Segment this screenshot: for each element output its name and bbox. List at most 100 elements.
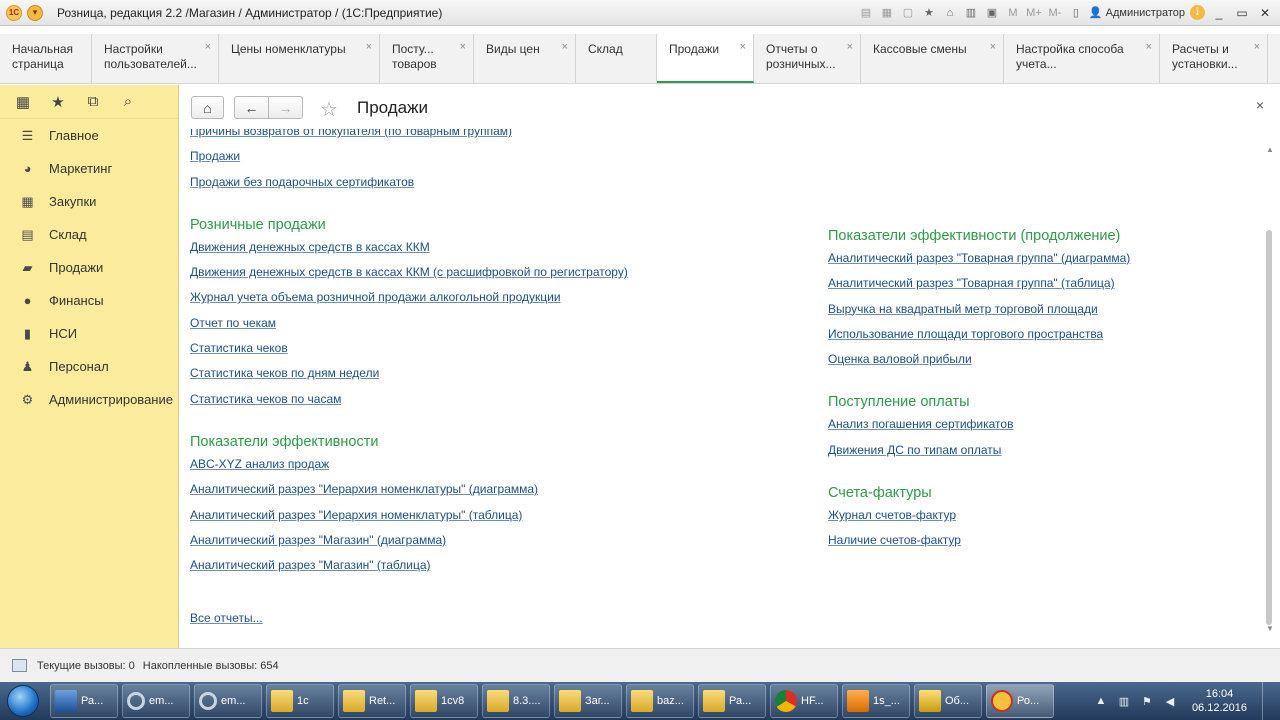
report-link[interactable]: Оценка валовой прибыли [828,347,1130,372]
sidebar-item-finance[interactable]: ● Финансы [0,284,178,317]
report-link[interactable]: Причины возвратов от покупателя (по това… [190,129,628,144]
tab-user-settings[interactable]: Настройки пользователей... × [92,34,219,83]
history-icon[interactable]: ⌂ [942,5,958,21]
scrollbar-thumb[interactable] [1266,230,1272,625]
tab-close-icon[interactable]: × [366,40,372,55]
report-link[interactable]: Аналитический разрез "Товарная группа" (… [828,271,1130,296]
report-link[interactable]: Выручка на квадратный метр торговой площ… [828,297,1130,322]
tab-close-icon[interactable]: × [847,40,853,55]
sidebar-item-nsi[interactable]: ▮ НСИ [0,317,178,350]
tab-retail-reports[interactable]: Отчеты о розничных... × [754,34,861,83]
report-link[interactable]: Журнал счетов-фактур [828,503,1130,528]
tab-close-icon[interactable]: × [460,40,466,55]
report-link[interactable]: Аналитический разрез "Магазин" (диаграмм… [190,528,628,553]
report-link[interactable]: Статистика чеков [190,336,628,361]
calendar-icon[interactable]: ▥ [963,5,979,21]
tab-home[interactable]: Начальная страница [0,34,92,83]
report-link[interactable]: Использование площади торгового простран… [828,322,1130,347]
favorites-add-icon[interactable]: ★ [921,5,937,21]
show-hidden-icons-icon[interactable]: ▲ [1094,694,1108,708]
tab-settlements[interactable]: Расчеты и установки... × [1160,34,1268,83]
report-link[interactable]: ABC-XYZ анализ продаж [190,452,628,477]
report-link[interactable]: Продажи без подарочных сертификатов [190,170,628,195]
tab-close-icon[interactable]: × [740,40,746,55]
report-link[interactable]: Движения денежных средств в кассах ККМ [190,235,628,260]
report-link[interactable]: Движения денежных средств в кассах ККМ (… [190,260,628,285]
main-menu-icon[interactable]: ▾ [27,4,43,21]
taskbar-item[interactable]: em... [194,684,262,718]
sidebar-item-sales[interactable]: ▰ Продажи [0,251,178,284]
taskbar-item[interactable]: baz... [626,684,694,718]
scroll-down-icon[interactable]: ▼ [1266,624,1274,633]
vertical-scrollbar[interactable]: ▲ ▼ [1266,145,1274,633]
memory-plus-button[interactable]: M+ [1026,5,1042,21]
add-to-favorites-star-icon[interactable]: ☆ [320,97,338,122]
preview-icon[interactable]: ▢ [900,5,916,21]
tab-price-types[interactable]: Виды цен × [474,34,576,83]
tab-warehouse[interactable]: Склад [576,34,657,83]
tab-receipts[interactable]: Посту... товаров × [380,34,474,83]
show-desktop-button[interactable] [1262,682,1272,720]
grid-icon[interactable]: ▦ [14,93,32,111]
print-icon[interactable]: ▦ [879,5,895,21]
calculator-icon[interactable]: ▣ [984,5,1000,21]
network-icon[interactable]: ▥ [1117,694,1131,708]
tab-sales[interactable]: Продажи × [657,34,754,83]
search-icon[interactable]: ⌕ [119,93,137,111]
report-link[interactable]: Статистика чеков по дням недели [190,361,628,386]
sidebar-item-main[interactable]: ☰ Главное [0,119,178,152]
tab-close-icon[interactable]: × [1254,40,1260,55]
report-link[interactable]: Аналитический разрез "Магазин" (таблица) [190,553,628,578]
sidebar-item-warehouse[interactable]: ▤ Склад [0,218,178,251]
star-icon[interactable]: ★ [49,93,67,111]
server-calls-icon[interactable] [12,659,27,672]
report-link[interactable]: Аналитический разрез "Иерархия номенклат… [190,503,628,528]
maximize-button[interactable]: ▭ [1233,5,1251,21]
home-button[interactable]: ⌂ [191,96,224,119]
memory-minus-button[interactable]: M- [1047,5,1063,21]
scroll-up-icon[interactable]: ▲ [1266,145,1274,154]
report-link[interactable]: Журнал учета объема розничной продажи ал… [190,285,628,310]
tab-close-icon[interactable]: × [562,40,568,55]
taskbar-item[interactable]: Ра... [50,684,118,718]
save-icon[interactable]: ▤ [858,5,874,21]
tab-close-icon[interactable]: × [990,40,996,55]
tab-item-prices[interactable]: Цены номенклатуры × [219,34,380,83]
report-link[interactable]: Движения ДС по типам оплаты [828,438,1130,463]
report-link[interactable]: Статистика чеков по часам [190,387,628,412]
back-button[interactable]: ← [234,96,269,119]
sidebar-item-marketing[interactable]: ◕ Маркетинг [0,152,178,185]
all-reports-link[interactable]: Все отчеты... [190,606,628,631]
layout-icon[interactable]: ▯ [1068,5,1084,21]
taskbar-item[interactable]: Ра... [698,684,766,718]
memory-button[interactable]: M [1005,5,1021,21]
report-link[interactable]: Аналитический разрез "Товарная группа" (… [828,246,1130,271]
taskbar-item[interactable]: 1cv8 [410,684,478,718]
close-window-button[interactable]: ✕ [1256,5,1274,21]
volume-icon[interactable]: ◀ [1163,694,1177,708]
sidebar-item-staff[interactable]: ♟ Персонал [0,350,178,383]
1c-logo-icon[interactable]: 1C [6,4,22,21]
report-link[interactable]: Наличие счетов-фактур [828,528,1130,553]
report-link[interactable]: Отчет по чекам [190,311,628,336]
tab-close-icon[interactable]: × [1146,40,1152,55]
flag-icon[interactable]: ⚑ [1140,694,1154,708]
start-button[interactable] [0,682,46,720]
info-icon[interactable]: i [1190,5,1205,20]
forward-button[interactable]: → [268,96,303,119]
sidebar-item-administration[interactable]: ⚙ Администрирование [0,383,178,416]
taskbar-item[interactable]: Об... [914,684,982,718]
clock[interactable]: 16:04 06.12.2016 [1192,687,1247,715]
user-menu[interactable]: 👤 Администратор [1089,6,1185,20]
report-link[interactable]: Анализ погашения сертификатов [828,412,1130,437]
taskbar-item[interactable]: em... [122,684,190,718]
taskbar-item[interactable]: HF... [770,684,838,718]
close-form-icon[interactable]: × [1256,97,1264,113]
tab-cash-shifts[interactable]: Кассовые смены × [861,34,1004,83]
taskbar-item[interactable]: 1s_... [842,684,910,718]
history-icon[interactable]: ⧉ [84,93,102,111]
taskbar-item[interactable]: 8.3.... [482,684,550,718]
minimize-button[interactable]: _ [1210,5,1228,21]
tab-accounting-method[interactable]: Настройка способа учета... × [1004,34,1160,83]
report-link[interactable]: Аналитический разрез "Иерархия номенклат… [190,477,628,502]
